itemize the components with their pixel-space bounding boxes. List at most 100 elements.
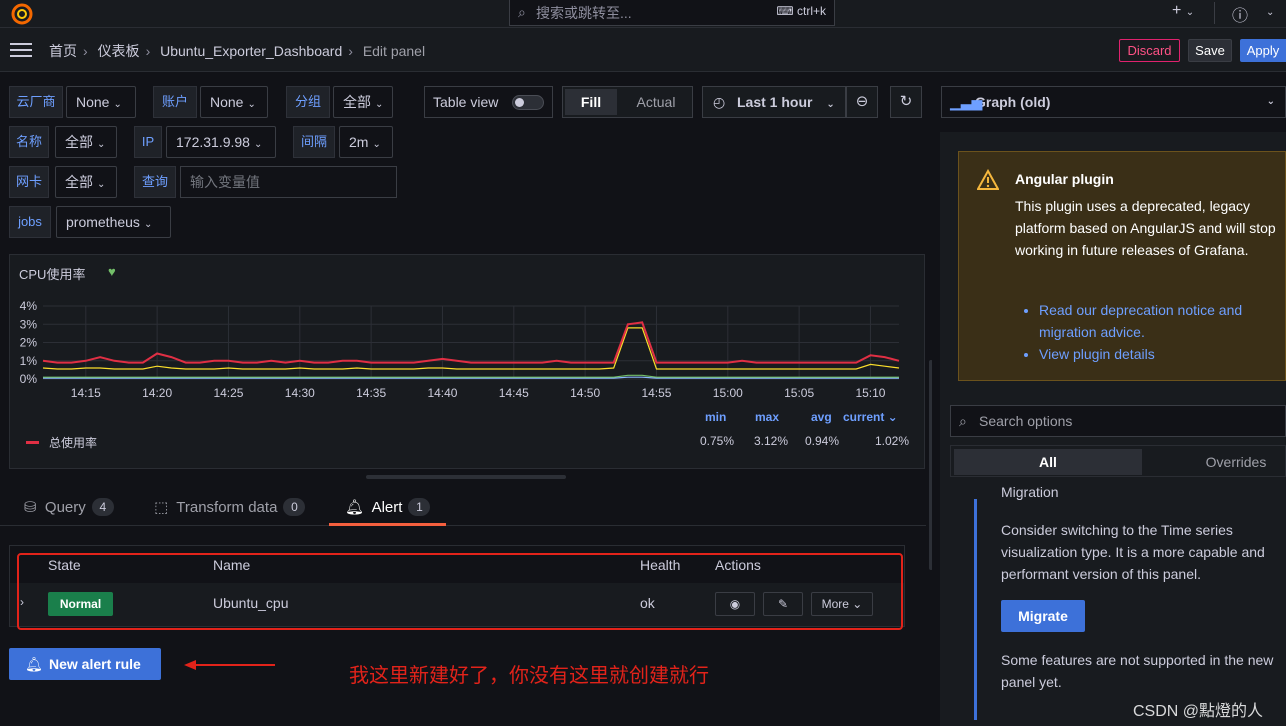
legend-header-min[interactable]: min — [705, 410, 726, 424]
tab-query[interactable]: ⛁ Query 4 — [24, 490, 114, 526]
y-tick-label: 1% — [20, 354, 38, 368]
chevron-down-icon: ⌄ — [247, 99, 256, 110]
graph-icon: ▁▃▅ — [950, 94, 983, 110]
tab-transform[interactable]: ⬚ Transform data 0 — [154, 490, 306, 526]
y-tick-label: 0% — [20, 372, 38, 386]
plugin-details-link[interactable]: View plugin details — [1039, 343, 1279, 365]
chevron-down-icon: ⌄ — [826, 99, 835, 110]
shortcut-hint: ⌨ ctrl+k — [776, 4, 826, 18]
chevron-down-icon: ⌄ — [372, 139, 381, 150]
breadcrumb-home[interactable]: 首页 — [49, 43, 77, 59]
breadcrumb-dashboards[interactable]: 仪表板 — [98, 43, 140, 59]
var-select-ip[interactable]: 172.31.9.98 ⌄ — [166, 126, 276, 158]
x-tick-label: 14:15 — [71, 386, 101, 400]
var-select-interval[interactable]: 2m ⌄ — [339, 126, 393, 158]
toggle-switch[interactable] — [512, 95, 544, 110]
cpu-graph-panel: CPU使用率 ♥ 0% 1% 2% 3% 4% 14:15 14:20 14:25 14:30 1… — [9, 254, 925, 469]
var-label-name: 名称 — [9, 126, 49, 158]
fill-option[interactable]: Fill — [565, 89, 617, 115]
panel-resize-handle[interactable] — [366, 475, 566, 479]
var-select-group[interactable]: 全部 ⌄ — [333, 86, 393, 118]
breadcrumb: 首页 › 仪表板 › Ubuntu_Exporter_Dashboard › Edit… — [49, 43, 426, 59]
clock-icon: ◴ — [713, 94, 726, 110]
tab-all[interactable]: All — [954, 449, 1142, 475]
chevron-down-icon[interactable]: ⌄ — [1266, 7, 1274, 18]
legend-min: 0.75% — [700, 434, 735, 448]
legend-series-name[interactable]: 总使用率 — [49, 434, 97, 451]
x-tick-label: 14:45 — [499, 386, 529, 400]
x-tick-label: 14:20 — [142, 386, 172, 400]
x-tick-label: 14:50 — [570, 386, 600, 400]
save-button[interactable]: Save — [1188, 39, 1232, 62]
bell-icon: 🔔︎ — [25, 656, 43, 672]
deprecation-link[interactable]: Read our deprecation notice and migratio… — [1039, 299, 1279, 343]
zoom-out-icon[interactable]: ⊖ — [846, 86, 878, 118]
chevron-down-icon: ⌄ — [97, 139, 106, 150]
divider — [1214, 2, 1215, 24]
help-icon[interactable]: ⓘ — [1232, 2, 1248, 26]
legend-max: 3.12% — [754, 434, 789, 448]
warning-icon — [977, 169, 999, 190]
series-line — [43, 374, 899, 378]
menu-icon[interactable] — [10, 43, 32, 57]
chevron-down-icon: ⌄ — [143, 219, 153, 230]
x-tick-label: 15:10 — [855, 386, 885, 400]
database-icon: ⛁ — [24, 499, 37, 516]
var-select-account[interactable]: None ⌄ — [200, 86, 268, 118]
refresh-icon[interactable]: ↻ — [890, 86, 922, 118]
search-placeholder: 搜索或跳转至... — [536, 5, 632, 21]
legend-current: 1.02% — [875, 434, 910, 448]
table-view-toggle[interactable]: Table view — [424, 86, 553, 118]
var-label-cloud: 云厂商 — [9, 86, 63, 118]
legend-header-max[interactable]: max — [755, 410, 779, 424]
unsupported-note: Some features are not supported in the n… — [1001, 652, 1274, 690]
chevron-down-icon: ⌄ — [97, 179, 106, 190]
y-tick-label: 4% — [20, 299, 38, 313]
actual-option[interactable]: Actual — [621, 89, 691, 115]
chevron-down-icon: ⌄ — [113, 99, 122, 110]
tab-alert[interactable]: 🔔︎ Alert 1 — [329, 490, 446, 526]
breadcrumb-dashboard[interactable]: Ubuntu_Exporter_Dashboard — [160, 43, 342, 59]
apply-button[interactable]: Apply — [1240, 39, 1286, 62]
time-range-picker[interactable]: ◴ Last 1 hour ⌄ — [702, 86, 846, 118]
watermark: CSDN @點燈的人 — [1133, 703, 1264, 720]
legend-header-current[interactable]: current ⌄ — [843, 410, 898, 424]
search-icon: ⌕ — [959, 413, 967, 429]
grafana-logo-icon[interactable] — [10, 2, 34, 26]
chevron-down-icon: ⌄ — [253, 139, 263, 150]
var-select-jobs[interactable]: prometheus ⌄ — [56, 206, 171, 238]
heart-icon: ♥ — [108, 264, 116, 279]
var-label-jobs: jobs — [9, 206, 51, 238]
global-search-input[interactable]: ⌕ 搜索或跳转至... ⌨ ctrl+k — [509, 0, 835, 26]
var-label-ip: IP — [134, 126, 162, 158]
annotation-arrow — [184, 660, 275, 670]
legend-color-swatch — [26, 441, 39, 444]
warning-text: This plugin uses a deprecated, legacy pl… — [1015, 198, 1276, 258]
table-view-label: Table view — [433, 94, 499, 110]
visualization-picker[interactable]: ▁▃▅ Graph (old) ⌄ — [941, 86, 1286, 118]
var-select-name[interactable]: 全部 ⌄ — [55, 126, 117, 158]
breadcrumb-bar: 首页 › 仪表板 › Ubuntu_Exporter_Dashboard › Edit… — [0, 28, 1286, 72]
plus-icon[interactable]: + ⌄ — [1172, 2, 1194, 20]
panel-title: CPU使用率 — [19, 267, 86, 282]
angular-warning: Angular plugin This plugin uses a deprec… — [958, 151, 1286, 381]
tab-overrides[interactable]: Overrides — [1151, 449, 1286, 475]
bell-icon: 🔔︎ — [345, 499, 365, 516]
chevron-down-icon: ⌄ — [1266, 96, 1275, 107]
discard-button[interactable]: Discard — [1119, 39, 1180, 62]
chevron-down-icon: ⌄ — [375, 99, 384, 110]
new-alert-rule-button[interactable]: 🔔︎ New alert rule — [9, 648, 161, 680]
migrate-button[interactable]: Migrate — [1001, 600, 1085, 632]
breadcrumb-current: Edit panel — [362, 43, 426, 59]
x-tick-label: 15:05 — [784, 386, 814, 400]
search-icon: ⌕ — [518, 4, 526, 20]
var-select-cloud[interactable]: None ⌄ — [66, 86, 136, 118]
y-tick-label: 2% — [20, 336, 38, 350]
var-query-input[interactable]: 输入变量值 — [180, 166, 397, 198]
annotation-highlight-box — [17, 553, 903, 630]
migration-title-clip: Migration — [1001, 484, 1059, 500]
search-options-input[interactable]: ⌕ Search options — [950, 405, 1286, 437]
legend-header-avg[interactable]: avg — [811, 410, 832, 424]
cpu-line-chart: 0% 1% 2% 3% 4% 14:15 14:20 14:25 14:30 14:35 14:40… — [20, 299, 900, 400]
var-select-nic[interactable]: 全部 ⌄ — [55, 166, 117, 198]
